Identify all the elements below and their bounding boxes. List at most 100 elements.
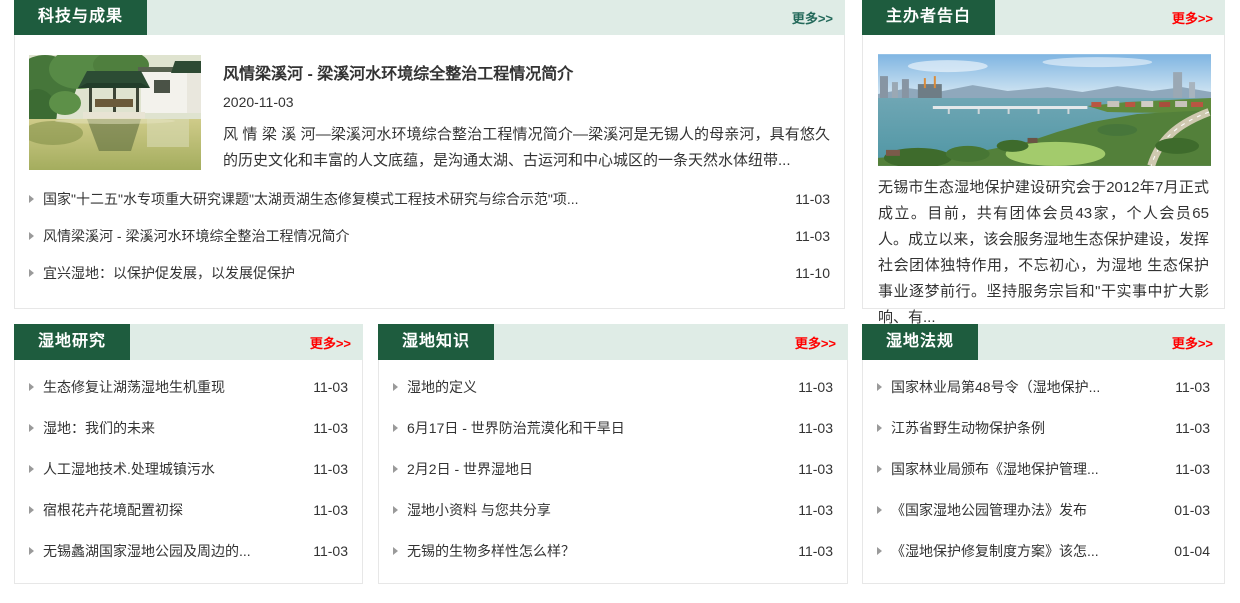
news-row[interactable]: 湿地小资料 与您共分享 11-03 (393, 489, 833, 530)
news-title: 6月17日 - 世界防治荒漠化和干旱日 (407, 418, 786, 438)
news-title: 国家"十二五"水专项重大研究课题"太湖贡湖生态修复模式工程技术研究与综合示范"项… (43, 189, 783, 209)
panel-title-regulations: 湿地法规 (862, 324, 978, 360)
news-title: 无锡的生物多样性怎么样？ (407, 541, 786, 561)
research-news-list: 生态修复让湖荡湿地生机重现 11-03 湿地：我们的未来 11-03 人工湿地技… (15, 360, 362, 571)
news-row[interactable]: 人工湿地技术.处理城镇污水 11-03 (29, 448, 348, 489)
news-date: 11-03 (798, 379, 833, 395)
news-date: 11-03 (313, 543, 348, 559)
news-title: 湿地小资料 与您共分享 (407, 500, 786, 520)
news-row[interactable]: 国家林业局第48号令（湿地保护... 11-03 (877, 366, 1210, 407)
regulations-news-list: 国家林业局第48号令（湿地保护... 11-03 江苏省野生动物保护条例 11-… (863, 360, 1224, 571)
featured-summary: 风 情 梁 溪 河—梁溪河水环境综合整治工程情况简介—梁溪河是无锡人的母亲河，具… (223, 122, 830, 174)
news-date: 11-03 (795, 191, 830, 207)
bullet-arrow-icon (393, 383, 398, 391)
bullet-arrow-icon (29, 547, 34, 555)
news-title: 2月2日 - 世界湿地日 (407, 459, 786, 479)
panel-header: 湿地知识 更多>> (378, 324, 848, 360)
bullet-arrow-icon (877, 547, 882, 555)
bullet-arrow-icon (29, 465, 34, 473)
news-title: 宜兴湿地：以保护促发展，以发展促保护 (43, 263, 783, 283)
news-date: 11-03 (1175, 461, 1210, 477)
panel-tech-achievements: 科技与成果 更多>> (14, 0, 845, 309)
bullet-arrow-icon (393, 465, 398, 473)
bullet-arrow-icon (393, 506, 398, 514)
panel-wetland-regulations: 湿地法规 更多>> 国家林业局第48号令（湿地保护... 11-03 江苏省野生… (862, 325, 1225, 584)
news-row[interactable]: 无锡蠡湖国家湿地公园及周边的... 11-03 (29, 530, 348, 571)
organizer-body: 无锡市生态湿地保护建设研究会于2012年7月正式成立。目前，共有团体会员43家，… (863, 35, 1224, 331)
bullet-arrow-icon (29, 232, 34, 240)
wetland-portal-page: 科技与成果 更多>> (0, 0, 1240, 603)
panel-header: 湿地法规 更多>> (862, 324, 1225, 360)
organizer-description: 无锡市生态湿地保护建设研究会于2012年7月正式成立。目前，共有团体会员43家，… (878, 175, 1209, 331)
news-date: 11-03 (313, 502, 348, 518)
more-link-regulations[interactable]: 更多>> (1172, 333, 1213, 352)
news-date: 11-03 (798, 420, 833, 436)
news-date: 11-03 (798, 502, 833, 518)
news-date: 11-03 (798, 543, 833, 559)
news-title: 国家林业局颁布《湿地保护管理... (891, 459, 1163, 479)
news-row[interactable]: 宜兴湿地：以保护促发展，以发展促保护 11-10 (29, 254, 830, 291)
news-title: 风情梁溪河 - 梁溪河水环境综全整治工程情况简介 (43, 226, 783, 246)
news-row[interactable]: 《湿地保护修复制度方案》该怎... 01-04 (877, 530, 1210, 571)
news-date: 11-10 (795, 265, 830, 281)
news-date: 11-03 (313, 461, 348, 477)
news-row[interactable]: 生态修复让湖荡湿地生机重现 11-03 (29, 366, 348, 407)
news-row[interactable]: 《国家湿地公园管理办法》发布 01-03 (877, 489, 1210, 530)
news-title: 人工湿地技术.处理城镇污水 (43, 459, 301, 479)
bullet-arrow-icon (877, 465, 882, 473)
news-date: 01-03 (1174, 502, 1210, 518)
panel-title-organizer: 主办者告白 (862, 0, 995, 35)
news-row[interactable]: 风情梁溪河 - 梁溪河水环境综全整治工程情况简介 11-03 (29, 217, 830, 254)
news-row[interactable]: 2月2日 - 世界湿地日 11-03 (393, 448, 833, 489)
bullet-arrow-icon (877, 424, 882, 432)
news-date: 11-03 (798, 461, 833, 477)
panel-title-tech: 科技与成果 (14, 0, 147, 35)
bullet-arrow-icon (877, 383, 882, 391)
featured-text-block: 风情梁溪河 - 梁溪河水环境综全整治工程情况简介 2020-11-03 风 情 … (223, 55, 830, 174)
more-link-research[interactable]: 更多>> (310, 333, 351, 352)
news-date: 11-03 (795, 228, 830, 244)
more-link-tech[interactable]: 更多>> (792, 8, 833, 27)
bullet-arrow-icon (29, 506, 34, 514)
bullet-arrow-icon (29, 383, 34, 391)
news-row[interactable]: 国家"十二五"水专项重大研究课题"太湖贡湖生态修复模式工程技术研究与综合示范"项… (29, 180, 830, 217)
news-date: 11-03 (313, 420, 348, 436)
news-row[interactable]: 湿地：我们的未来 11-03 (29, 407, 348, 448)
news-date: 01-04 (1174, 543, 1210, 559)
organizer-lake-photo[interactable] (878, 54, 1211, 166)
panel-header: 科技与成果 更多>> (14, 0, 845, 35)
news-row[interactable]: 国家林业局颁布《湿地保护管理... 11-03 (877, 448, 1210, 489)
news-row[interactable]: 宿根花卉花境配置初探 11-03 (29, 489, 348, 530)
news-row[interactable]: 无锡的生物多样性怎么样？ 11-03 (393, 530, 833, 571)
bullet-arrow-icon (877, 506, 882, 514)
news-title: 宿根花卉花境配置初探 (43, 500, 301, 520)
news-title: 湿地的定义 (407, 377, 786, 397)
news-date: 11-03 (1175, 420, 1210, 436)
bullet-arrow-icon (29, 424, 34, 432)
news-title: 无锡蠡湖国家湿地公园及周边的... (43, 541, 301, 561)
featured-article: 风情梁溪河 - 梁溪河水环境综全整治工程情况简介 2020-11-03 风 情 … (15, 35, 844, 174)
news-title: 国家林业局第48号令（湿地保护... (891, 377, 1163, 397)
panel-header: 湿地研究 更多>> (14, 324, 363, 360)
news-title: 生态修复让湖荡湿地生机重现 (43, 377, 301, 397)
bullet-arrow-icon (393, 547, 398, 555)
garden-pavilion-illustration (29, 55, 201, 170)
bullet-arrow-icon (393, 424, 398, 432)
news-title: 湿地：我们的未来 (43, 418, 301, 438)
featured-title[interactable]: 风情梁溪河 - 梁溪河水环境综全整治工程情况简介 (223, 60, 830, 84)
more-link-knowledge[interactable]: 更多>> (795, 333, 836, 352)
news-title: 《国家湿地公园管理办法》发布 (891, 500, 1162, 520)
knowledge-news-list: 湿地的定义 11-03 6月17日 - 世界防治荒漠化和干旱日 11-03 2月… (379, 360, 847, 571)
panel-wetland-knowledge: 湿地知识 更多>> 湿地的定义 11-03 6月17日 - 世界防治荒漠化和干旱… (378, 325, 848, 584)
news-row[interactable]: 江苏省野生动物保护条例 11-03 (877, 407, 1210, 448)
news-title: 《湿地保护修复制度方案》该怎... (891, 541, 1162, 561)
bullet-arrow-icon (29, 269, 34, 277)
news-row[interactable]: 湿地的定义 11-03 (393, 366, 833, 407)
news-row[interactable]: 6月17日 - 世界防治荒漠化和干旱日 11-03 (393, 407, 833, 448)
panel-header: 主办者告白 更多>> (862, 0, 1225, 35)
panel-title-knowledge: 湿地知识 (378, 324, 494, 360)
tech-news-list: 国家"十二五"水专项重大研究课题"太湖贡湖生态修复模式工程技术研究与综合示范"项… (15, 174, 844, 291)
featured-garden-photo[interactable] (29, 55, 201, 170)
panel-title-research: 湿地研究 (14, 324, 130, 360)
more-link-organizer[interactable]: 更多>> (1172, 8, 1213, 27)
